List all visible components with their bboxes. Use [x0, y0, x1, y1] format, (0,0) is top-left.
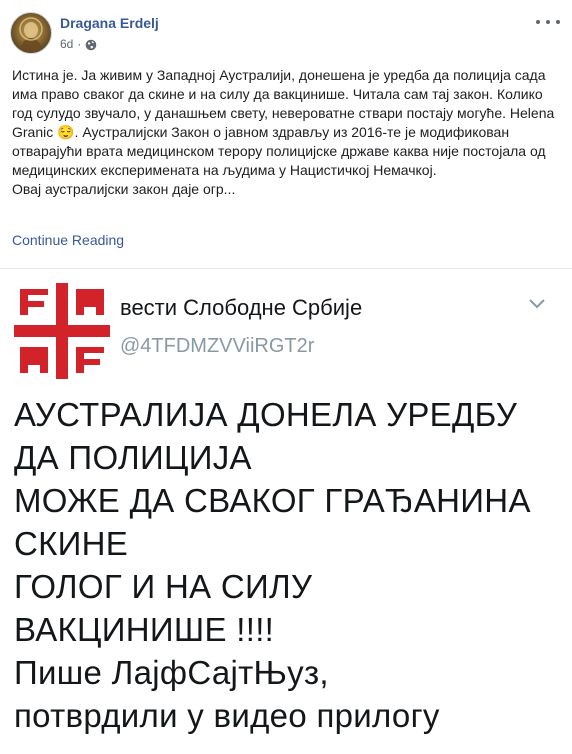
post-text: Истина је. Ја живим у Западној Аустралиј…	[12, 67, 555, 197]
tweet-account-name: вести Слободне Србије	[120, 295, 363, 320]
tweet-handle: @4TFDMZVViiRGT2r	[120, 335, 315, 357]
more-horizontal-icon-dot	[556, 20, 560, 24]
avatar[interactable]	[10, 12, 52, 54]
author-name[interactable]: Dragana Erdelj	[60, 15, 159, 31]
post-header: Dragana Erdelj 6d ·	[0, 0, 572, 62]
more-options-button[interactable]	[536, 14, 560, 30]
post-timestamp[interactable]: 6d	[60, 37, 73, 51]
serbian-cross-logo	[12, 281, 112, 381]
more-horizontal-icon	[536, 20, 540, 24]
meta-separator: ·	[77, 37, 82, 51]
more-horizontal-icon-dot	[546, 20, 550, 24]
continue-reading-link[interactable]: Continue Reading	[12, 232, 124, 248]
post-meta: 6d ·	[60, 36, 97, 52]
chevron-down-icon	[528, 297, 546, 309]
shared-tweet-image[interactable]: вести Слободне Србије @4TFDMZVViiRGT2r А…	[0, 269, 572, 754]
tweet-body: АУСТРАЛИЈА ДОНЕЛА УРЕДБУ ДА ПОЛИЦИЈА МОЖ…	[14, 396, 531, 734]
globe-icon	[85, 38, 97, 51]
